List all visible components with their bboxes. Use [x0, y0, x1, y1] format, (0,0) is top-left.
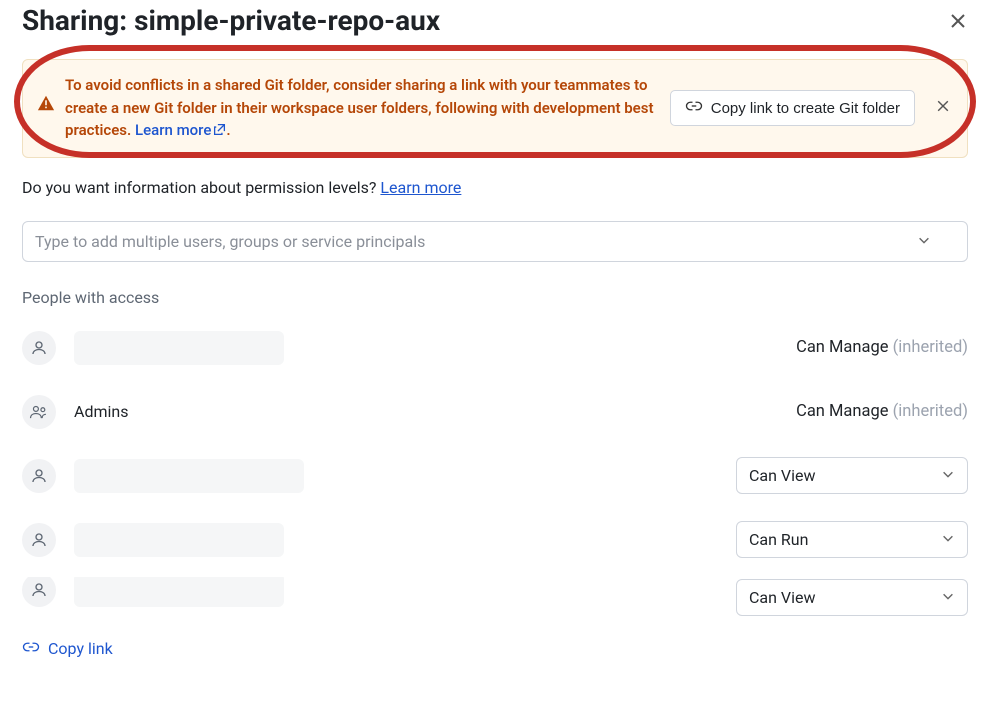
copy-git-link-button[interactable]: Copy link to create Git folder [670, 90, 915, 126]
user-name-redacted [74, 577, 284, 607]
permissions-learn-more-link[interactable]: Learn more [380, 178, 461, 197]
banner-learn-more-link[interactable]: Learn more [135, 121, 226, 139]
copy-git-link-label: Copy link to create Git folder [711, 100, 900, 117]
permission-select[interactable]: Can Run [736, 521, 968, 558]
permission-select[interactable]: Can View [736, 457, 968, 494]
permission-select[interactable]: Can View [736, 579, 968, 616]
user-name-redacted [74, 459, 304, 493]
access-list: Can Manage (inherited) Admins Can Manage… [22, 321, 968, 631]
banner-highlight: To avoid conflicts in a shared Git folde… [22, 59, 968, 158]
user-name-redacted [74, 331, 284, 365]
access-row: Can View [22, 449, 968, 503]
access-row: Can Manage (inherited) [22, 321, 968, 375]
user-icon [22, 459, 56, 493]
user-name-redacted [74, 523, 284, 557]
git-folder-banner: To avoid conflicts in a shared Git folde… [22, 59, 968, 158]
link-icon [685, 99, 703, 117]
section-label: People with access [22, 288, 968, 307]
link-icon [22, 639, 40, 658]
user-icon [22, 331, 56, 365]
access-row: Can View [22, 577, 968, 631]
access-row: Can Run [22, 513, 968, 567]
user-icon [22, 523, 56, 557]
chevron-down-icon [941, 530, 955, 549]
permission-label: Can Manage (inherited) [796, 402, 968, 421]
user-principal-select[interactable]: Type to add multiple users, groups or se… [22, 221, 968, 262]
access-row: Admins Can Manage (inherited) [22, 385, 968, 439]
external-link-icon [213, 120, 226, 143]
chevron-down-icon [941, 466, 955, 485]
group-name: Admins [74, 402, 128, 421]
group-icon [22, 395, 56, 429]
banner-close-icon[interactable] [935, 98, 951, 118]
close-icon[interactable] [948, 11, 968, 31]
permission-label: Can Manage (inherited) [796, 338, 968, 357]
copy-link-label: Copy link [48, 639, 113, 658]
warning-icon [37, 76, 55, 116]
chevron-down-icon [941, 588, 955, 607]
banner-text: To avoid conflicts in a shared Git folde… [65, 74, 660, 143]
page-title: Sharing: simple-private-repo-aux [22, 4, 440, 37]
copy-link-button[interactable]: Copy link [22, 639, 113, 658]
chevron-down-icon [917, 232, 931, 251]
user-icon [22, 577, 56, 607]
user-select-placeholder: Type to add multiple users, groups or se… [35, 232, 425, 251]
permission-info-line: Do you want information about permission… [22, 178, 968, 197]
